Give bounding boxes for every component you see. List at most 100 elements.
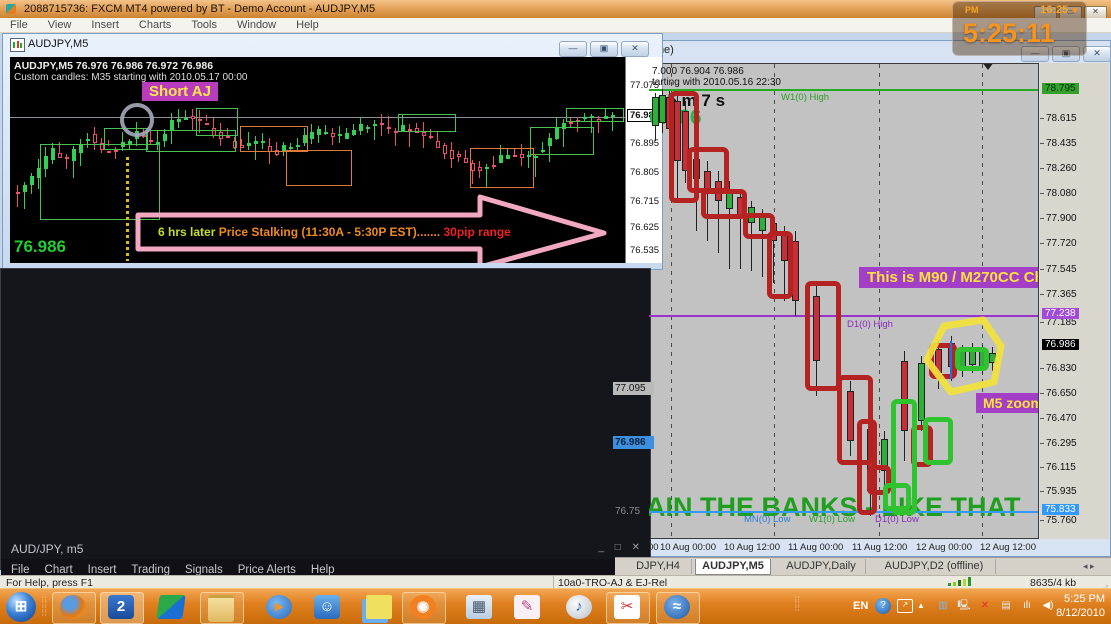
candle-wick — [374, 120, 375, 140]
volume-icon[interactable]: ◀) — [1040, 599, 1056, 613]
pattern-box-orange — [286, 150, 352, 186]
firefox-icon[interactable] — [60, 595, 86, 619]
tab-scroll-icons[interactable]: ◂ ▸ — [1083, 561, 1095, 572]
menu-item-charts[interactable]: Charts — [139, 18, 171, 32]
price-tick — [1040, 368, 1044, 369]
price-tick-label: 76.650 — [1046, 388, 1077, 399]
mt4-icon[interactable]: 2 — [108, 595, 134, 619]
chart-ohlc-info: AUDJPY,M5 76.976 76.986 76.972 76.986 — [14, 60, 214, 72]
candle-body — [16, 192, 20, 194]
action-center-icon[interactable]: ✕ — [977, 599, 993, 613]
date-tick-label: 11 Aug 00:00 — [788, 542, 844, 553]
help-icon[interactable]: ? — [875, 598, 891, 614]
window-switch-icon[interactable]: ↗ — [897, 599, 913, 613]
display-icon[interactable]: 🖳 — [956, 599, 972, 613]
accessory-icon[interactable] — [156, 595, 186, 619]
menu-item-view[interactable]: View — [48, 18, 72, 32]
tab-djpy-h4[interactable]: DJPY,H4 — [625, 559, 692, 574]
menu-item-file[interactable]: File — [10, 18, 28, 32]
menu-item-window[interactable]: Window — [237, 18, 276, 32]
candle-body — [86, 139, 90, 141]
current-bar-marker — [950, 341, 952, 379]
gadget-time: 5:25:11 — [963, 18, 1055, 48]
calculator-icon[interactable]: ▦ — [466, 595, 492, 619]
bar — [968, 577, 971, 586]
pattern-box-green — [398, 114, 456, 132]
candle-body — [652, 97, 659, 126]
media-player-icon[interactable]: ▸ — [266, 595, 292, 619]
tab-audjpy-daily[interactable]: AUDJPY,Daily — [777, 559, 866, 574]
main-titlebar: 2088715736: FXCM MT4 powered by BT - Dem… — [0, 0, 1111, 20]
price-tick — [1040, 322, 1044, 323]
price-tick — [1040, 168, 1044, 169]
taskbar-grip[interactable]: ∷ ∷ ∷ ∷ — [42, 596, 50, 618]
bar — [963, 578, 966, 586]
clipboard-icon[interactable]: ▤ — [998, 599, 1014, 613]
candle-body — [310, 132, 314, 139]
windows-explorer-icon[interactable] — [208, 595, 234, 622]
m5-caption-buttons[interactable]: _ □ ✕ — [598, 542, 644, 553]
left-chart-plot[interactable]: AUDJPY,M5 76.976 76.986 76.972 76.986 Cu… — [10, 57, 625, 263]
candle-body — [450, 150, 454, 159]
snipping-tool-icon[interactable]: ✂ — [614, 595, 640, 619]
custom-candle-green — [883, 483, 911, 511]
tray-grip[interactable]: ∷ ∷ ∷ — [795, 596, 799, 613]
candle-body — [359, 124, 363, 131]
big-chart-price-scale: 78.615 78.435 78.260 78.080 77.900 77.720 77.5… — [1040, 63, 1109, 539]
paint-icon[interactable]: ✎ — [514, 595, 540, 619]
date-tick-label: 11 Aug 12:00 — [852, 542, 908, 553]
candle-body — [338, 134, 342, 136]
maximize-icon[interactable]: ▣ — [590, 41, 618, 57]
price-label-top: 77.095 — [613, 382, 654, 395]
pattern-box-green — [530, 127, 594, 155]
clock-gadget[interactable]: PM 16:25 ● 5:25:11 — [952, 1, 1087, 56]
menu-item-help[interactable]: Help — [296, 18, 319, 32]
bar — [958, 580, 961, 586]
candle-body — [443, 145, 447, 154]
price-tick — [1040, 491, 1044, 492]
close-icon[interactable]: ✕ — [621, 41, 649, 57]
system-tray: ∷ ∷ ∷ EN? ↗ ▲ ▥ 🖳 ✕ ▤ ılı ◀) — [795, 589, 1054, 624]
tab-audjpy-m5[interactable]: AUDJPY,M5 — [695, 559, 771, 575]
tray-expand-icon[interactable]: ▲ — [917, 601, 925, 610]
big-price-green: 76.986 — [14, 237, 66, 256]
arrow-text-red: 30pip range — [440, 225, 511, 239]
openoffice-icon[interactable]: ≈ — [664, 595, 690, 619]
main-menubar: File View Insert Charts Tools Window Help — [0, 18, 1111, 33]
arrow-text-green: 6 hrs later — [158, 225, 216, 239]
sticky-notes-icon[interactable] — [366, 595, 392, 619]
candle-body — [373, 124, 377, 126]
candle-body — [464, 158, 468, 163]
price-tick-label: 75.935 — [1046, 486, 1077, 497]
candle-body — [30, 176, 34, 185]
taskbar: ⊞ ∷ ∷ ∷ ∷ 2 ▸ ☺ ◎ ▦ ✎ ♪ ✂ ≈ ∷ ∷ ∷ EN? ↗ ▲ ▥ 🖳 ✕ ▤ ılı ◀) 5:2… — [0, 588, 1111, 624]
custom-candle-green — [923, 417, 953, 465]
price-tick — [1040, 243, 1044, 244]
network-icon[interactable]: ılı — [1019, 599, 1035, 613]
chart-ohlc-info: 7.000 76.904 76.986 — [652, 66, 744, 77]
language-indicator[interactable]: EN — [853, 600, 868, 612]
gom-player-icon[interactable]: ◎ — [410, 595, 436, 619]
big-chart-plot[interactable]: AIN THE BANKS - LIKE THAT 7.000 76.904 7… — [648, 63, 1039, 539]
price-tick-label: 76.295 — [1046, 438, 1077, 449]
candle-body — [184, 118, 188, 120]
yellow-circle-annotation — [923, 316, 1005, 396]
itunes-icon[interactable]: ♪ — [566, 595, 592, 619]
start-button[interactable]: ⊞ — [6, 592, 36, 622]
menu-item-tools[interactable]: Tools — [191, 18, 217, 32]
tray-clock[interactable]: 5:25 PM 8/12/2010 — [1056, 592, 1105, 620]
price-tick-label: 76.805 — [630, 167, 660, 178]
price-highlight-blue: 75.833 — [1042, 504, 1079, 515]
tab-audjpy-d2-offline-[interactable]: AUDJPY,D2 (offline) — [873, 559, 996, 574]
messenger-icon[interactable]: ☺ — [314, 595, 340, 619]
minimize-icon[interactable]: — — [559, 41, 587, 57]
arrow-annotation-text: 6 hrs later Price Stalking (11:30A - 5:3… — [158, 225, 511, 239]
date-tick-label: 12 Aug 12:00 — [980, 542, 1036, 553]
remote-icon[interactable]: ▥ — [935, 599, 951, 613]
candle-body — [387, 127, 391, 129]
close-icon[interactable]: ✕ — [1083, 46, 1111, 62]
date-tick-label: 10 Aug 00:00 — [660, 542, 716, 553]
session-divider-line — [126, 157, 129, 261]
menu-item-insert[interactable]: Insert — [91, 18, 119, 32]
price-tick — [1040, 218, 1044, 219]
